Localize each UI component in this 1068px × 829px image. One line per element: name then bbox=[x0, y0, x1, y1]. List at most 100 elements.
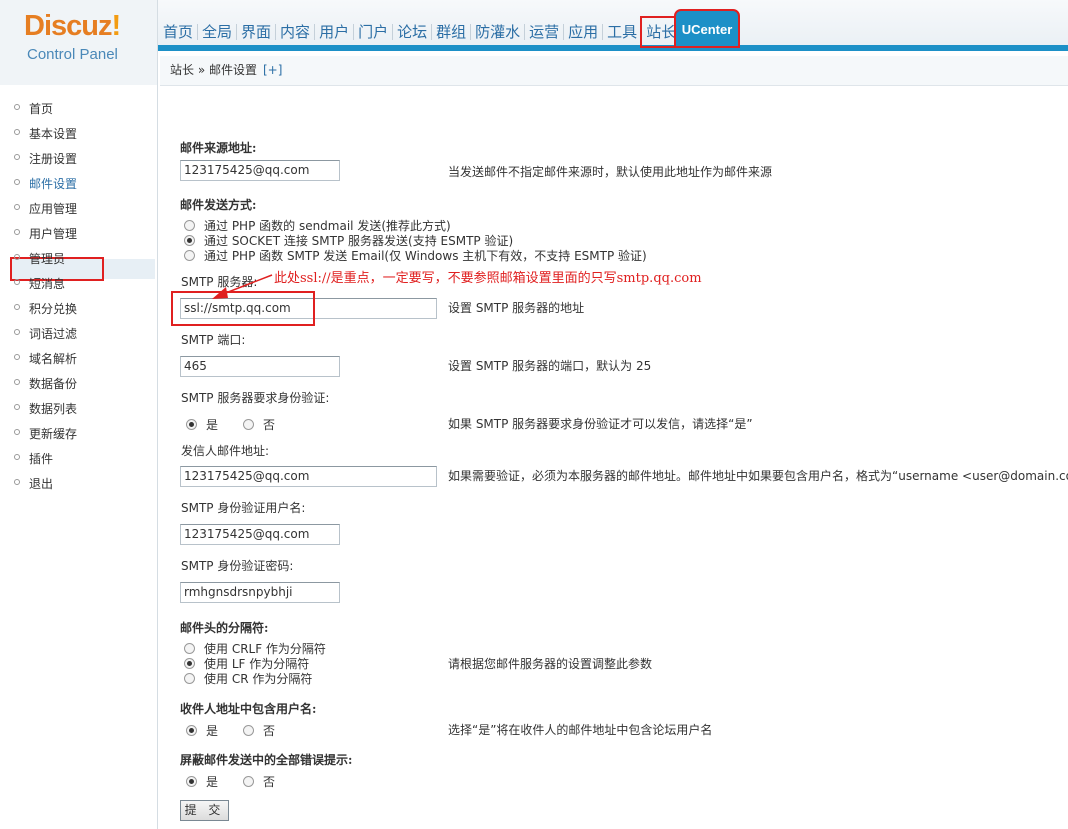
nav-tools[interactable]: 工具 bbox=[604, 19, 640, 45]
sidebar-item-admins[interactable]: 管理员 bbox=[14, 249, 65, 269]
expand-button[interactable]: [+] bbox=[263, 63, 282, 77]
bullet-icon bbox=[14, 154, 20, 160]
breadcrumb: 站长 » 邮件设置 [+] bbox=[160, 56, 1068, 86]
annotation-text: 此处ssl://是重点，一定要写，不要参照邮箱设置里面的只写smtp.qq.co… bbox=[274, 271, 702, 286]
smtp-port-input[interactable]: 465 bbox=[180, 356, 340, 377]
nav-divider bbox=[197, 24, 199, 40]
option-label: 否 bbox=[263, 775, 276, 789]
auth-yes-radio[interactable]: 是 bbox=[186, 416, 218, 433]
method-option-socket[interactable]: 通过 SOCKET 连接 SMTP 服务器发送(支持 ESMTP 验证) bbox=[184, 233, 513, 248]
sidebar-item-domain[interactable]: 域名解析 bbox=[14, 349, 77, 369]
sidebar-item-label: 注册设置 bbox=[29, 152, 78, 166]
sep-option-crlf[interactable]: 使用 CRLF 作为分隔符 bbox=[184, 641, 326, 656]
sidebar-item-register[interactable]: 注册设置 bbox=[14, 149, 77, 169]
sidebar-item-logout[interactable]: 退出 bbox=[14, 474, 53, 494]
sidebar-item-cache[interactable]: 更新缓存 bbox=[14, 424, 77, 444]
nav-divider bbox=[641, 24, 643, 40]
option-label: 是 bbox=[206, 418, 219, 432]
discuz-logo: Discuz! bbox=[24, 10, 121, 42]
bullet-icon bbox=[14, 379, 20, 385]
nav-divider bbox=[314, 24, 316, 40]
nav-groups[interactable]: 群组 bbox=[433, 19, 469, 45]
sidebar-item-label: 积分兑换 bbox=[29, 302, 78, 316]
sidebar-item-plugins[interactable]: 插件 bbox=[14, 449, 53, 469]
breadcrumb-text: 站长 » 邮件设置 bbox=[170, 63, 257, 77]
sidebar-item-datalist[interactable]: 数据列表 bbox=[14, 399, 77, 419]
nav-apps[interactable]: 应用 bbox=[565, 19, 601, 45]
bullet-icon bbox=[14, 129, 20, 135]
sidebar-item-label: 首页 bbox=[29, 102, 54, 116]
option-label: 否 bbox=[263, 418, 276, 432]
sender-label: 发信人邮件地址: bbox=[181, 444, 270, 458]
nav-antispam[interactable]: 防灌水 bbox=[472, 19, 523, 45]
radio-icon bbox=[243, 725, 254, 736]
smtp-user-label: SMTP 身份验证用户名: bbox=[181, 501, 306, 515]
sidebar-item-label: 短消息 bbox=[29, 277, 66, 291]
nav-ucenter[interactable]: UCenter bbox=[674, 9, 740, 48]
sidebar-item-mail[interactable]: 邮件设置 bbox=[14, 174, 77, 194]
nav-global[interactable]: 全局 bbox=[199, 19, 235, 45]
sidebar-item-backup[interactable]: 数据备份 bbox=[14, 374, 77, 394]
auth-no-radio[interactable]: 否 bbox=[243, 416, 275, 433]
option-label: 否 bbox=[263, 724, 276, 738]
from-address-input[interactable]: 123175425@qq.com bbox=[180, 160, 340, 181]
nav-divider bbox=[392, 24, 394, 40]
nav-webmaster[interactable]: 站长 bbox=[640, 16, 683, 48]
method-option-php-smtp[interactable]: 通过 PHP 函数 SMTP 发送 Email(仅 Windows 主机下有效，… bbox=[184, 248, 647, 263]
sidebar-item-label: 应用管理 bbox=[29, 202, 78, 216]
radio-icon bbox=[184, 220, 195, 231]
radio-checked-icon bbox=[186, 776, 197, 787]
nav-divider bbox=[353, 24, 355, 40]
sep-option-lf[interactable]: 使用 LF 作为分隔符 bbox=[184, 656, 309, 671]
from-address-label: 邮件来源地址: bbox=[180, 141, 257, 155]
bullet-icon bbox=[14, 204, 20, 210]
silent-yes-radio[interactable]: 是 bbox=[186, 773, 218, 790]
smtp-auth-label: SMTP 服务器要求身份验证: bbox=[181, 391, 330, 405]
sidebar-item-label: 数据备份 bbox=[29, 377, 78, 391]
silent-no-radio[interactable]: 否 bbox=[243, 773, 275, 790]
nav-portal[interactable]: 门户 bbox=[355, 19, 391, 45]
method-option-sendmail[interactable]: 通过 PHP 函数的 sendmail 发送(推荐此方式) bbox=[184, 218, 451, 233]
include-user-label: 收件人地址中包含用户名: bbox=[180, 702, 317, 716]
radio-icon bbox=[184, 643, 195, 654]
sidebar-item-censor[interactable]: 词语过滤 bbox=[14, 324, 77, 344]
include-user-yes-radio[interactable]: 是 bbox=[186, 722, 218, 739]
radio-icon bbox=[243, 776, 254, 787]
sidebar-item-label: 词语过滤 bbox=[29, 327, 78, 341]
nav-interface[interactable]: 界面 bbox=[238, 19, 274, 45]
sidebar-item-users[interactable]: 用户管理 bbox=[14, 224, 77, 244]
smtp-user-input[interactable]: 123175425@qq.com bbox=[180, 524, 340, 545]
nav-operations[interactable]: 运营 bbox=[526, 19, 562, 45]
nav-home[interactable]: 首页 bbox=[160, 19, 196, 45]
nav-forum[interactable]: 论坛 bbox=[394, 19, 430, 45]
sender-input[interactable]: 123175425@qq.com bbox=[180, 466, 437, 487]
sidebar-item-label: 更新缓存 bbox=[29, 427, 78, 441]
include-user-no-radio[interactable]: 否 bbox=[243, 722, 275, 739]
sep-option-cr[interactable]: 使用 CR 作为分隔符 bbox=[184, 671, 312, 686]
logo-panel: Discuz! Control Panel bbox=[0, 0, 158, 85]
submit-button[interactable]: 提 交 bbox=[180, 800, 229, 821]
smtp-password-input[interactable]: rmhgnsdrsnpybhji bbox=[180, 582, 340, 603]
nav-divider bbox=[275, 24, 277, 40]
sidebar-item-apps[interactable]: 应用管理 bbox=[14, 199, 77, 219]
from-address-tip: 当发送邮件不指定邮件来源时，默认使用此地址作为邮件来源 bbox=[448, 165, 773, 179]
header-accent-bar bbox=[158, 45, 1068, 51]
nav-users[interactable]: 用户 bbox=[316, 19, 352, 45]
nav-divider bbox=[563, 24, 565, 40]
send-method-label: 邮件发送方式: bbox=[180, 198, 257, 212]
smtp-annotation-box bbox=[171, 291, 315, 326]
sidebar-item-messages[interactable]: 短消息 bbox=[14, 274, 65, 294]
option-label: 是 bbox=[206, 775, 219, 789]
bullet-icon bbox=[14, 404, 20, 410]
sidebar-item-credits[interactable]: 积分兑换 bbox=[14, 299, 77, 319]
sidebar-item-home[interactable]: 首页 bbox=[14, 99, 53, 119]
smtp-server-label: SMTP 服务器: bbox=[181, 275, 258, 289]
nav-divider bbox=[236, 24, 238, 40]
smtp-auth-tip: 如果 SMTP 服务器要求身份验证才可以发信，请选择“是” bbox=[448, 417, 753, 431]
sidebar-item-label: 基本设置 bbox=[29, 127, 78, 141]
bullet-icon bbox=[14, 304, 20, 310]
smtp-port-tip: 设置 SMTP 服务器的端口，默认为 25 bbox=[448, 359, 652, 373]
sidebar-item-basic[interactable]: 基本设置 bbox=[14, 124, 77, 144]
nav-content[interactable]: 内容 bbox=[277, 19, 313, 45]
radio-checked-icon bbox=[184, 235, 195, 246]
